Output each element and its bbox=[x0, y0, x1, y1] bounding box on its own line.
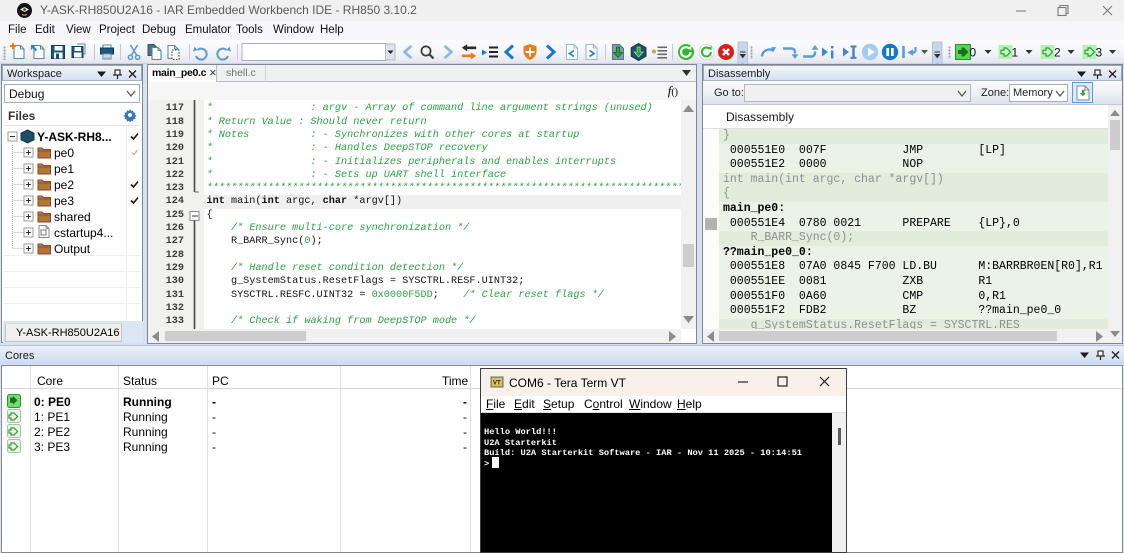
svg-text:1: 1 bbox=[1012, 46, 1019, 60]
svg-text:0: 0 bbox=[970, 46, 977, 60]
svg-text:VT: VT bbox=[493, 381, 501, 387]
svg-text:2: 2 bbox=[1054, 46, 1061, 60]
svg-text:3: 3 bbox=[1096, 46, 1103, 60]
